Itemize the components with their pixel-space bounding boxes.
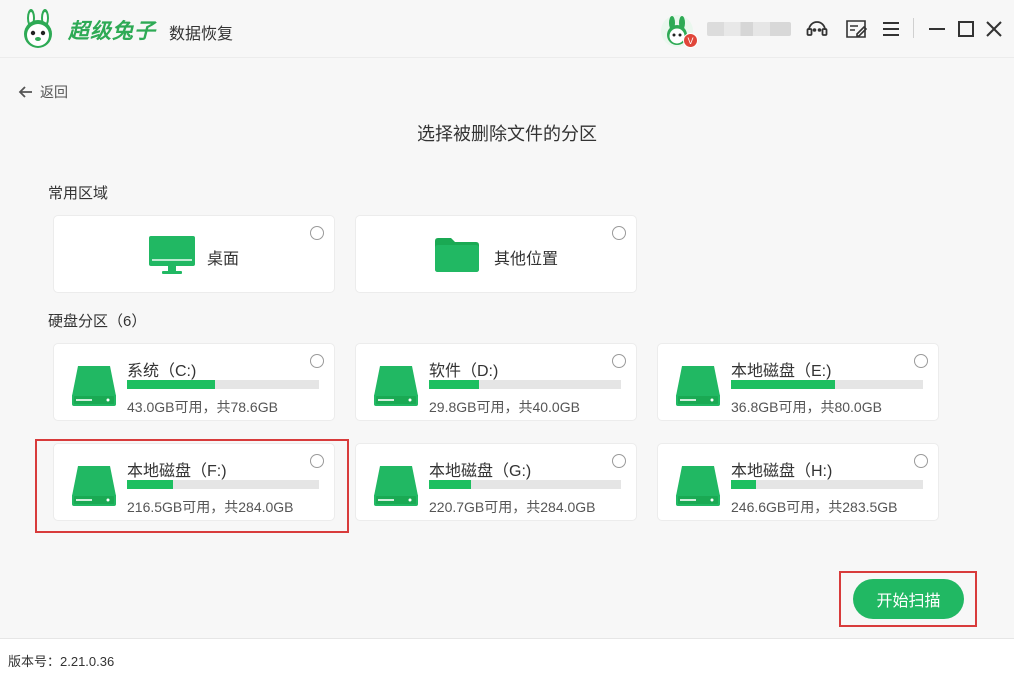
radio-button[interactable] — [310, 354, 324, 368]
radio-button[interactable] — [914, 454, 928, 468]
location-card-other[interactable]: 其他位置 — [355, 215, 637, 293]
hard-drive-icon — [676, 466, 720, 506]
hard-drive-icon — [374, 466, 418, 506]
version-label: 版本号：2.21.0.36 — [8, 654, 115, 669]
location-label: 桌面 — [207, 251, 240, 268]
disk-capacity: 36.8GB可用，共80.0GB — [731, 399, 882, 415]
hard-drive-icon — [374, 366, 418, 406]
disk-name: 系统（C:) — [127, 363, 197, 380]
back-label: 返回 — [40, 84, 68, 100]
radio-button[interactable] — [612, 454, 626, 468]
username-redacted[interactable] — [707, 22, 791, 36]
menu-icon[interactable] — [879, 17, 903, 41]
disk-name: 本地磁盘（H:) — [731, 463, 833, 480]
title-bar: 超级兔子 数据恢复 V — [0, 0, 1014, 58]
disk-usage-fill — [429, 380, 479, 389]
radio-button[interactable] — [612, 226, 626, 240]
disk-capacity: 43.0GB可用，共78.6GB — [127, 399, 278, 415]
start-scan-button[interactable]: 开始扫描 — [853, 579, 964, 619]
disk-section-label: 硬盘分区（6） — [48, 313, 147, 330]
disk-name: 本地磁盘（F:) — [127, 463, 227, 480]
disk-capacity: 216.5GB可用，共284.0GB — [127, 499, 294, 515]
radio-button[interactable] — [310, 454, 324, 468]
disk-usage-bar — [127, 380, 319, 389]
disk-usage-bar — [127, 480, 319, 489]
maximize-icon[interactable] — [954, 17, 978, 41]
app-brand: 超级兔子 — [68, 20, 156, 43]
disk-usage-fill — [127, 480, 174, 489]
disk-name: 本地磁盘（E:) — [731, 363, 832, 380]
disk-capacity: 246.6GB可用，共283.5GB — [731, 499, 898, 515]
disk-usage-bar — [731, 480, 923, 489]
support-icon[interactable] — [805, 17, 829, 41]
disk-capacity: 29.8GB可用，共40.0GB — [429, 399, 580, 415]
disk-card-g[interactable]: 本地磁盘（G:) 220.7GB可用，共284.0GB — [355, 443, 637, 521]
disk-card-c[interactable]: 系统（C:) 43.0GB可用，共78.6GB — [53, 343, 335, 421]
rabbit-logo-icon — [24, 9, 52, 48]
common-section-label: 常用区域 — [48, 185, 109, 202]
folder-icon — [435, 238, 479, 272]
hard-drive-icon — [676, 366, 720, 406]
disk-card-d[interactable]: 软件（D:) 29.8GB可用，共40.0GB — [355, 343, 637, 421]
radio-button[interactable] — [914, 354, 928, 368]
disk-usage-bar — [429, 380, 621, 389]
disk-usage-fill — [429, 480, 472, 489]
titlebar-divider — [913, 18, 914, 38]
disk-name: 软件（D:) — [429, 363, 499, 380]
arrow-left-icon — [18, 86, 32, 98]
radio-button[interactable] — [612, 354, 626, 368]
disk-capacity: 220.7GB可用，共284.0GB — [429, 499, 596, 515]
vip-badge: V — [683, 33, 698, 48]
monitor-icon — [149, 236, 195, 274]
location-label: 其他位置 — [494, 251, 559, 268]
hard-drive-icon — [72, 366, 116, 406]
page-title: 选择被删除文件的分区 — [417, 124, 597, 144]
feedback-icon[interactable] — [844, 17, 868, 41]
disk-card-h[interactable]: 本地磁盘（H:) 246.6GB可用，共283.5GB — [657, 443, 939, 521]
disk-usage-fill — [127, 380, 216, 389]
radio-button[interactable] — [310, 226, 324, 240]
app-subtitle: 数据恢复 — [169, 26, 234, 43]
disk-usage-bar — [429, 480, 621, 489]
disk-usage-fill — [731, 480, 756, 489]
disk-name: 本地磁盘（G:) — [429, 463, 532, 480]
location-card-desktop[interactable]: 桌面 — [53, 215, 335, 293]
disk-card-e[interactable]: 本地磁盘（E:) 36.8GB可用，共80.0GB — [657, 343, 939, 421]
disk-usage-fill — [731, 380, 835, 389]
minimize-icon[interactable] — [925, 17, 949, 41]
hard-drive-icon — [72, 466, 116, 506]
disk-usage-bar — [731, 380, 923, 389]
disk-card-f[interactable]: 本地磁盘（F:) 216.5GB可用，共284.0GB — [53, 443, 335, 521]
status-footer: 版本号：2.21.0.36 — [0, 638, 1014, 676]
close-icon[interactable] — [982, 17, 1006, 41]
back-button[interactable]: 返回 — [18, 82, 68, 102]
